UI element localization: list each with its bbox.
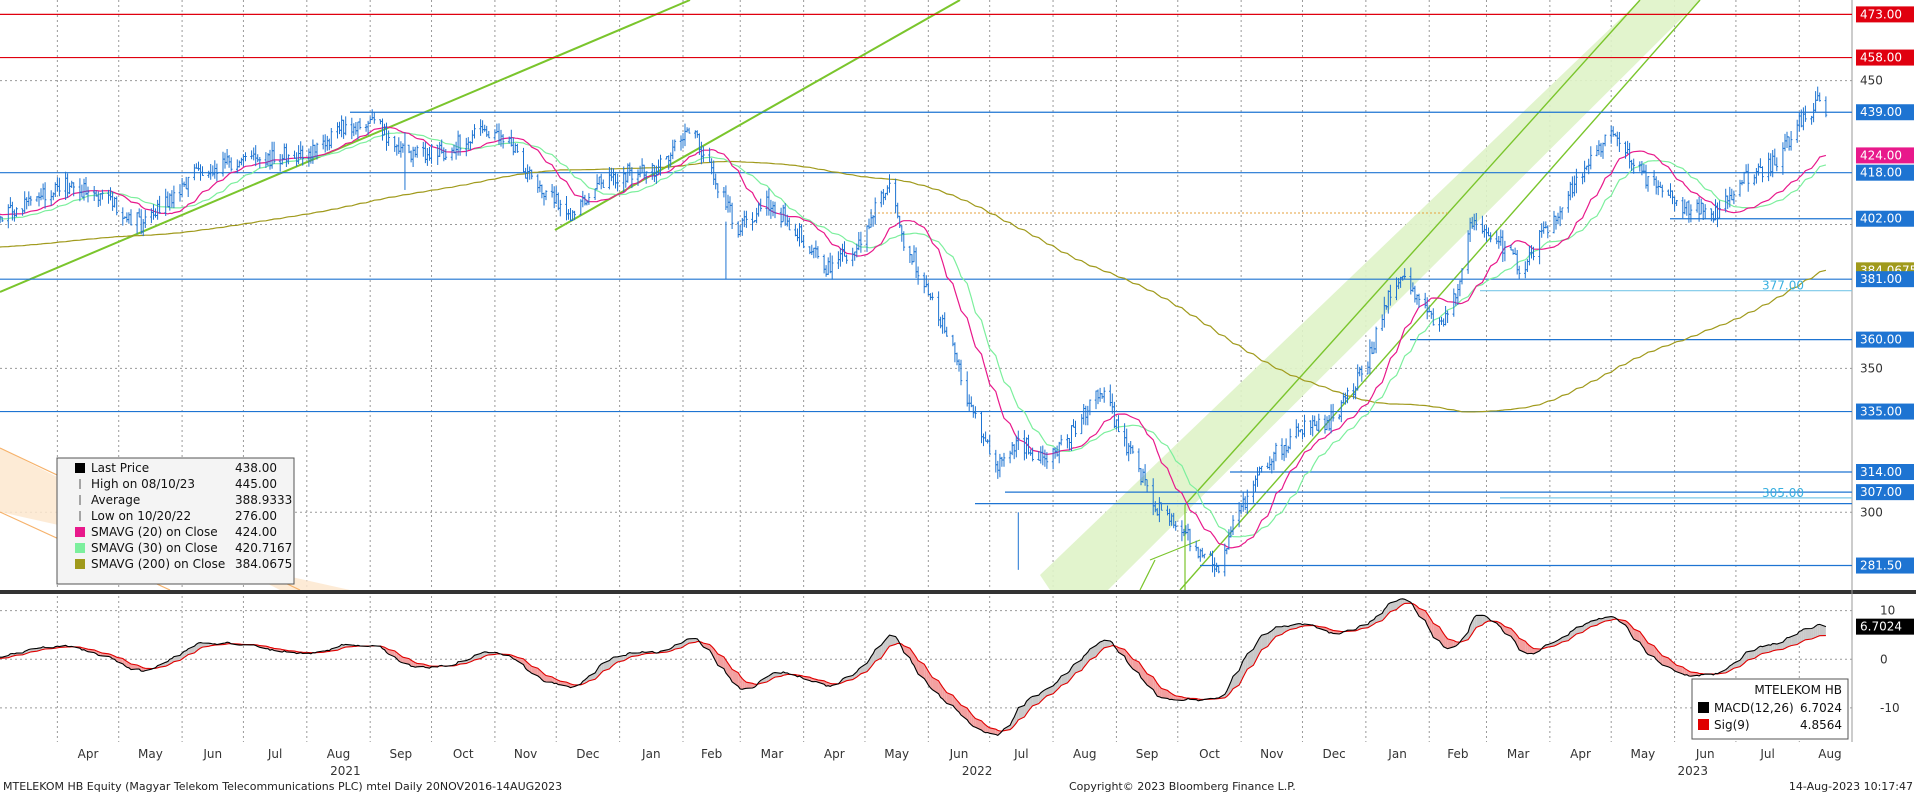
level-tag-label: 439.00 — [1860, 105, 1902, 119]
legend-macd: MTELEKOM HB MACD(12,26) 6.7024 Sig(9) 4.8564 — [1691, 678, 1849, 740]
month-label: Jun — [1695, 747, 1715, 761]
macd-fill — [1811, 627, 1814, 639]
level-tag-label: 402.00 — [1860, 212, 1902, 226]
level-tag-label: 473.00 — [1860, 7, 1902, 21]
footer-security-description: MTELEKOM HB Equity (Magyar Telekom Telec… — [3, 780, 562, 793]
macd-legend-value: 6.7024 — [1800, 701, 1842, 715]
level-tag-label: 458.00 — [1860, 51, 1902, 65]
macd-legend-value: 4.8564 — [1800, 718, 1842, 732]
month-label: Jul — [267, 747, 282, 761]
legend-label: Last Price — [91, 461, 149, 475]
footer-timestamp: 14-Aug-2023 10:17:47 — [1789, 780, 1913, 793]
legend-value: 388.9333 — [235, 493, 292, 507]
legend-label: Average — [91, 493, 140, 507]
month-label: May — [884, 747, 909, 761]
month-label: Nov — [514, 747, 537, 761]
chart-canvas: 450 350 300 473.00 458.00 439.00 424.00 418.00 4… — [0, 0, 1916, 795]
month-label: Aug — [1073, 747, 1096, 761]
month-label: May — [1630, 747, 1655, 761]
macd-fill — [1803, 628, 1806, 641]
month-label: Dec — [576, 747, 599, 761]
legend-value: 424.00 — [235, 525, 277, 539]
month-label: Sep — [1136, 747, 1159, 761]
legend-label: Low on 10/20/22 — [91, 509, 191, 523]
month-label: Jan — [1387, 747, 1407, 761]
macd-last-tag-label: 6.7024 — [1860, 620, 1902, 634]
legend-value: 420.7167 — [235, 541, 292, 555]
month-label: Mar — [1507, 747, 1530, 761]
month-label: Apr — [824, 747, 845, 761]
legend-label: High on 08/10/23 — [91, 477, 195, 491]
price-tick-label: 300 — [1860, 505, 1883, 519]
macd-fill — [1774, 643, 1777, 651]
month-label: Mar — [761, 747, 784, 761]
month-label: Oct — [1199, 747, 1220, 761]
macd-fill — [1805, 628, 1812, 640]
month-label: Jul — [1759, 747, 1774, 761]
level-tag-label: 281.50 — [1860, 559, 1902, 573]
legend-swatch — [75, 543, 85, 553]
macd-fill — [1817, 624, 1820, 637]
legend-label: SMAVG (200) on Close — [91, 557, 225, 571]
level-tag-label: 418.00 — [1860, 166, 1902, 180]
macd-legend-title: MTELEKOM HB — [1754, 683, 1842, 697]
macd-fill — [1787, 637, 1790, 648]
month-label: Aug — [327, 747, 350, 761]
level-tag-label: 381.00 — [1860, 272, 1902, 286]
inline-level-label: 305.00 — [1762, 486, 1804, 500]
level-tag-label: 360.00 — [1860, 333, 1902, 347]
macd-fill — [1789, 636, 1792, 647]
month-label: Oct — [453, 747, 474, 761]
month-label: Jun — [202, 747, 222, 761]
level-tag-label: 335.00 — [1860, 405, 1902, 419]
price-tick-label: 350 — [1860, 361, 1883, 375]
level-tag-label: 424.00 — [1860, 148, 1902, 162]
legend-label: SMAVG (20) on Close — [91, 525, 218, 539]
month-label: Dec — [1323, 747, 1346, 761]
macd-tick-label: 0 — [1880, 652, 1888, 666]
macd-tick-label: 10 — [1880, 604, 1895, 618]
legend-value: 384.0675 — [235, 557, 292, 571]
month-label: Apr — [78, 747, 99, 761]
macd-legend-label: Sig(9) — [1714, 718, 1750, 732]
macd-legend-swatch — [1698, 719, 1709, 730]
month-label: Sep — [390, 747, 413, 761]
month-label: May — [138, 747, 163, 761]
month-label: Nov — [1260, 747, 1283, 761]
month-label: Apr — [1570, 747, 1591, 761]
footer-copyright: Copyright© 2023 Bloomberg Finance L.P. — [1069, 780, 1296, 793]
legend-main: Last Price 438.00 High on 08/10/23 445.00 Av… — [56, 457, 295, 585]
month-label: Jul — [1013, 747, 1028, 761]
level-tag-label: 307.00 — [1860, 485, 1902, 499]
inline-level-label: 377.00 — [1762, 279, 1804, 293]
macd-legend-swatch — [1698, 702, 1709, 713]
legend-swatch — [75, 559, 85, 569]
macd-fill — [1799, 630, 1802, 644]
macd-legend-label: MACD(12,26) — [1714, 701, 1794, 715]
legend-value: 445.00 — [235, 477, 277, 491]
legend-label: SMAVG (30) on Close — [91, 541, 218, 555]
legend-swatch — [75, 527, 85, 537]
month-label: Jun — [949, 747, 969, 761]
year-label: 2021 — [330, 764, 361, 778]
level-tag-label: 314.00 — [1860, 465, 1902, 479]
month-label: Aug — [1818, 747, 1841, 761]
year-label: 2022 — [962, 764, 993, 778]
chart-background — [0, 0, 1916, 795]
legend-value: 276.00 — [235, 509, 277, 523]
year-label: 2023 — [1677, 764, 1708, 778]
month-label: Jan — [641, 747, 661, 761]
price-tick-label: 450 — [1860, 74, 1883, 88]
legend-swatch — [75, 463, 85, 473]
macd-tick-label: -10 — [1880, 701, 1900, 715]
month-label: Feb — [1447, 747, 1468, 761]
month-label: Feb — [701, 747, 722, 761]
macd-fill — [1772, 643, 1775, 651]
legend-value: 438.00 — [235, 461, 277, 475]
